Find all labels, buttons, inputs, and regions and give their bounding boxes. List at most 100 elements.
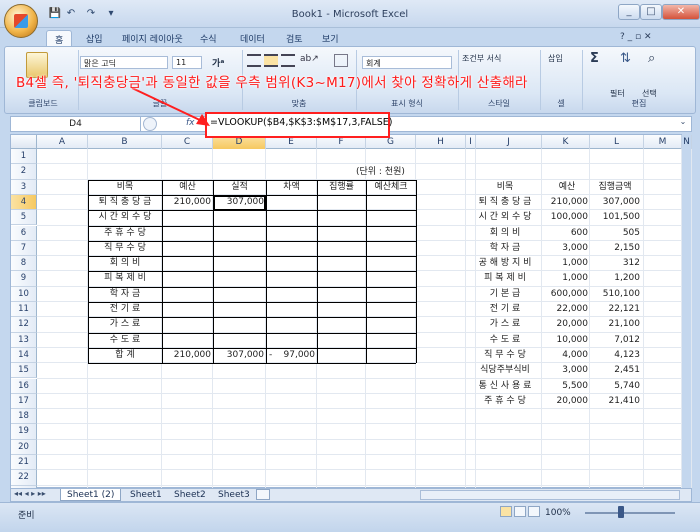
tab-insert[interactable]: 삽입 — [78, 30, 111, 46]
left-table-total-actual[interactable]: 307,000 — [215, 348, 264, 363]
row-header-10[interactable]: 10 — [11, 286, 37, 302]
left-table-diff[interactable] — [268, 256, 315, 271]
right-table-budget[interactable]: 20,000 — [546, 394, 589, 409]
right-table-item[interactable]: 시 간 외 수 당 — [464, 210, 546, 225]
row-header-8[interactable]: 8 — [11, 256, 37, 272]
left-table-item[interactable]: 주 휴 수 당 — [90, 226, 160, 241]
right-table-spent[interactable]: 21,410 — [590, 394, 641, 409]
left-table-diff[interactable] — [268, 302, 315, 317]
row-header-20[interactable]: 20 — [11, 439, 37, 455]
row-header-13[interactable]: 13 — [11, 332, 37, 348]
name-box[interactable]: D4 — [11, 117, 141, 131]
row-header-12[interactable]: 12 — [11, 317, 37, 333]
column-header-i[interactable]: I — [466, 135, 476, 149]
align-bottom-icon[interactable] — [281, 54, 295, 67]
right-table-spent[interactable]: 1,200 — [590, 271, 640, 286]
left-table-budget[interactable] — [164, 333, 211, 348]
right-table-spent[interactable]: 22,121 — [590, 302, 641, 317]
left-table-rate[interactable] — [319, 302, 364, 317]
left-table-check[interactable] — [368, 195, 414, 210]
left-table-check[interactable] — [368, 226, 414, 241]
right-table-budget[interactable]: 4,000 — [546, 348, 588, 363]
left-table-check[interactable] — [368, 210, 414, 225]
expand-formula-bar-icon[interactable]: ⌄ — [676, 117, 690, 131]
align-top-icon[interactable] — [247, 54, 261, 67]
left-table-diff[interactable] — [268, 210, 315, 225]
undo-icon[interactable]: ↶ — [64, 7, 78, 21]
ribbon-help-controls[interactable]: ? _ ▫ ✕ — [620, 32, 652, 42]
right-table-item[interactable]: 가 스 료 — [464, 317, 546, 332]
left-table-budget[interactable] — [164, 256, 211, 271]
tab-data[interactable]: 데이터 — [232, 30, 273, 46]
normal-view-icon[interactable] — [500, 506, 512, 517]
find-select-icon[interactable]: ⌕ — [648, 51, 668, 69]
column-header-a[interactable]: A — [37, 135, 88, 149]
insert-cells-button[interactable]: 삽입 — [548, 53, 563, 64]
number-format-select[interactable]: 회계 — [362, 56, 452, 69]
zoom-slider-thumb[interactable] — [618, 506, 624, 518]
right-table-spent[interactable]: 21,100 — [590, 317, 641, 332]
row-header-1[interactable]: 1 — [11, 149, 37, 165]
zoom-slider[interactable] — [585, 512, 675, 514]
left-table-check[interactable] — [368, 317, 414, 332]
right-table-item[interactable]: 퇴 직 충 당 금 — [464, 195, 546, 210]
column-header-b[interactable]: B — [88, 135, 162, 149]
sheet-tab-sheet1[interactable]: Sheet1 — [124, 489, 168, 501]
row-header-17[interactable]: 17 — [11, 393, 37, 410]
left-table-diff[interactable] — [268, 226, 315, 241]
tab-formulas[interactable]: 수식 — [192, 30, 225, 46]
row-header-3[interactable]: 3 — [11, 179, 37, 195]
customize-qat-icon[interactable]: ▾ — [104, 7, 118, 21]
right-table-budget[interactable]: 22,000 — [546, 302, 589, 317]
column-header-j[interactable]: J — [476, 135, 542, 149]
row-header-11[interactable]: 11 — [11, 302, 37, 318]
left-table-item[interactable]: 시 간 외 수 당 — [90, 210, 160, 225]
left-table-budget[interactable] — [164, 226, 211, 241]
left-table-actual[interactable] — [215, 210, 264, 225]
right-table-budget[interactable]: 3,000 — [546, 363, 588, 378]
left-table-total-budget[interactable]: 210,000 — [164, 348, 211, 363]
text-orientation-icon[interactable]: ab↗ — [300, 54, 320, 67]
left-table-budget[interactable] — [164, 287, 211, 302]
row-header-14[interactable]: 14 — [11, 347, 37, 364]
new-sheet-icon[interactable] — [256, 489, 270, 500]
left-table-diff[interactable] — [268, 317, 315, 332]
right-table-budget[interactable]: 20,000 — [546, 317, 589, 332]
autosum-icon[interactable]: Σ — [590, 51, 599, 66]
left-table-header[interactable]: 차액 — [268, 180, 315, 195]
right-table-budget[interactable]: 1,000 — [546, 271, 588, 286]
left-table-item[interactable]: 퇴 직 충 당 금 — [90, 195, 160, 210]
left-table-actual[interactable] — [215, 256, 264, 271]
left-table-item[interactable]: 가 스 료 — [90, 317, 160, 332]
left-table-total-label[interactable]: 합 계 — [90, 348, 160, 363]
left-table-check[interactable] — [368, 256, 414, 271]
row-header-5[interactable]: 5 — [11, 210, 37, 226]
column-header-l[interactable]: L — [590, 135, 644, 149]
sheet-tab-sheet3[interactable]: Sheet3 — [212, 489, 256, 501]
left-table-header[interactable]: 실적 — [215, 180, 264, 195]
save-icon[interactable]: 💾 — [48, 7, 62, 21]
tab-home[interactable]: 홈 — [46, 30, 73, 46]
left-table-item[interactable]: 전 기 료 — [90, 302, 160, 317]
left-table-actual[interactable] — [215, 271, 264, 286]
row-header-2[interactable]: 2 — [11, 164, 37, 180]
right-table-budget[interactable]: 1,000 — [546, 256, 588, 271]
select-all-button[interactable] — [11, 135, 37, 149]
right-table-item[interactable]: 공 해 방 지 비 — [464, 256, 546, 271]
left-table-diff[interactable] — [268, 271, 315, 286]
right-table-budget[interactable]: 5,500 — [546, 379, 588, 394]
align-middle-icon[interactable] — [264, 54, 278, 67]
zoom-level[interactable]: 100% — [545, 508, 571, 518]
left-table-header[interactable]: 집행률 — [319, 180, 364, 195]
right-table-item[interactable]: 직 무 수 당 — [464, 348, 546, 363]
right-table-spent[interactable]: 2,451 — [590, 363, 640, 378]
sheet-tab-sheet2[interactable]: Sheet2 — [168, 489, 212, 501]
redo-icon[interactable]: ↷ — [84, 7, 98, 21]
row-header-15[interactable]: 15 — [11, 363, 37, 379]
right-table-budget[interactable]: 10,000 — [546, 333, 589, 348]
column-header-m[interactable]: M — [644, 135, 682, 149]
left-table-item[interactable]: 회 의 비 — [90, 256, 160, 271]
left-table-budget[interactable] — [164, 241, 211, 256]
formula-input[interactable]: =VLOOKUP($B4,$K$3:$M$17,3,FALSE) — [210, 117, 393, 128]
left-table-budget[interactable]: 210,000 — [164, 195, 211, 210]
